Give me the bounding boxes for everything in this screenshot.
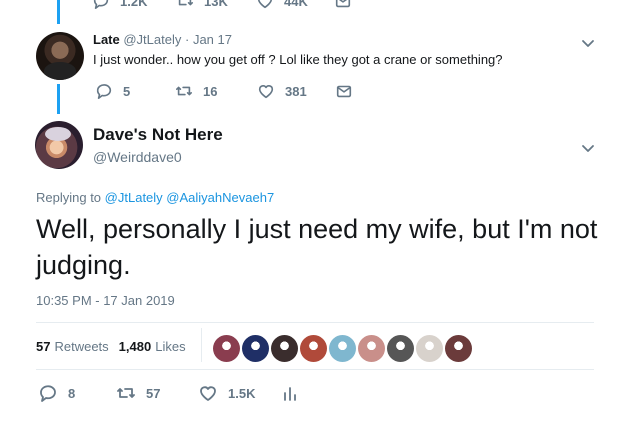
reply-icon <box>96 84 112 100</box>
previous-retweet-count: 13K <box>204 0 228 9</box>
main-reply-count: 8 <box>68 385 76 401</box>
reply-actions: 5 16 381 <box>93 82 393 102</box>
reply-icon <box>40 385 56 402</box>
divider <box>36 369 594 370</box>
main-retweet-count: 57 <box>146 385 161 401</box>
heart-icon <box>200 386 216 401</box>
replying-to-link-2[interactable]: @AaliyahNevaeh7 <box>166 190 274 205</box>
liker-avatar[interactable] <box>213 335 240 362</box>
previous-like-count: 44K <box>284 0 308 9</box>
likers-avatars <box>213 335 472 362</box>
main-actions: 8 57 1.5K <box>38 383 338 407</box>
reply-date[interactable]: Jan 17 <box>193 32 232 47</box>
avatar[interactable] <box>35 121 83 169</box>
reply-dm-button[interactable] <box>335 82 353 100</box>
chevron-down-icon <box>582 40 594 47</box>
reply-text: I just wonder.. how you get off ? Lol li… <box>93 52 503 67</box>
divider <box>201 328 202 362</box>
thread-line-top <box>57 0 60 24</box>
envelope-icon <box>335 0 351 8</box>
liker-avatar[interactable] <box>242 335 269 362</box>
liker-avatar[interactable] <box>358 335 385 362</box>
reply-tweet[interactable]: Late @JtLately · Jan 17 I just wonder.. … <box>0 28 631 110</box>
heart-icon <box>258 0 272 9</box>
liker-avatar[interactable] <box>300 335 327 362</box>
chevron-down-icon <box>582 145 594 152</box>
reply-author-name[interactable]: Late <box>93 32 120 47</box>
reply-dot: · <box>184 32 190 47</box>
reply-reply-button[interactable]: 5 <box>95 82 130 100</box>
main-author-name[interactable]: Dave's Not Here <box>93 125 223 145</box>
main-more-button[interactable] <box>581 141 595 152</box>
replying-to-label: Replying to <box>36 190 102 205</box>
retweet-icon <box>117 388 135 398</box>
liker-avatar[interactable] <box>445 335 472 362</box>
reply-header: Late @JtLately · Jan 17 <box>93 32 232 47</box>
main-like-button[interactable]: 1.5K <box>198 383 255 403</box>
reply-icon <box>93 0 109 10</box>
retweet-icon <box>175 86 193 96</box>
main-reply-button[interactable]: 8 <box>38 383 75 403</box>
main-author-handle[interactable]: @Weirddave0 <box>93 149 182 165</box>
liker-avatar[interactable] <box>271 335 298 362</box>
reply-retweet-button[interactable]: 16 <box>175 82 217 100</box>
divider <box>36 322 594 323</box>
previous-like-button[interactable]: 44K <box>256 0 308 10</box>
like-count: 1,480 <box>118 338 152 354</box>
previous-reply-count: 1.2K <box>120 0 148 9</box>
main-retweet-button[interactable]: 57 <box>116 383 160 403</box>
tweet-text: Well, personally I just need my wife, bu… <box>36 214 598 280</box>
reply-reply-count: 5 <box>123 83 131 99</box>
reply-more-button[interactable] <box>581 36 595 47</box>
reply-retweet-count: 16 <box>203 83 218 99</box>
liker-avatar[interactable] <box>329 335 356 362</box>
liker-avatar[interactable] <box>387 335 414 362</box>
envelope-icon <box>336 85 352 98</box>
retweet-icon <box>177 0 194 6</box>
heart-icon <box>258 85 274 99</box>
previous-retweet-button[interactable]: 13K <box>176 0 228 10</box>
reply-like-button[interactable]: 381 <box>257 82 307 100</box>
replying-to: Replying to @JtLately @AaliyahNevaeh7 <box>36 190 274 205</box>
liker-avatar[interactable] <box>416 335 443 362</box>
reply-like-count: 381 <box>285 83 307 99</box>
retweet-label: Retweets <box>54 338 109 354</box>
tweet-stats: 57 Retweets 1,480 Likes <box>36 328 202 364</box>
tweet-timestamp[interactable]: 10:35 PM - 17 Jan 2019 <box>36 293 175 308</box>
analytics-button[interactable] <box>280 383 300 403</box>
previous-dm-button[interactable] <box>334 0 352 10</box>
retweet-count: 57 <box>36 338 51 354</box>
analytics-icon <box>284 387 296 401</box>
avatar[interactable] <box>36 32 84 80</box>
main-like-count: 1.5K <box>228 385 256 401</box>
previous-reply-button[interactable]: 1.2K <box>92 0 147 10</box>
reply-author-handle[interactable]: @JtLately <box>123 32 181 47</box>
replying-to-link-1[interactable]: @JtLately <box>105 190 163 205</box>
like-label: Likes <box>155 338 186 354</box>
likes-stat[interactable]: 1,480 Likes <box>119 339 186 354</box>
retweets-stat[interactable]: 57 Retweets <box>36 339 109 354</box>
